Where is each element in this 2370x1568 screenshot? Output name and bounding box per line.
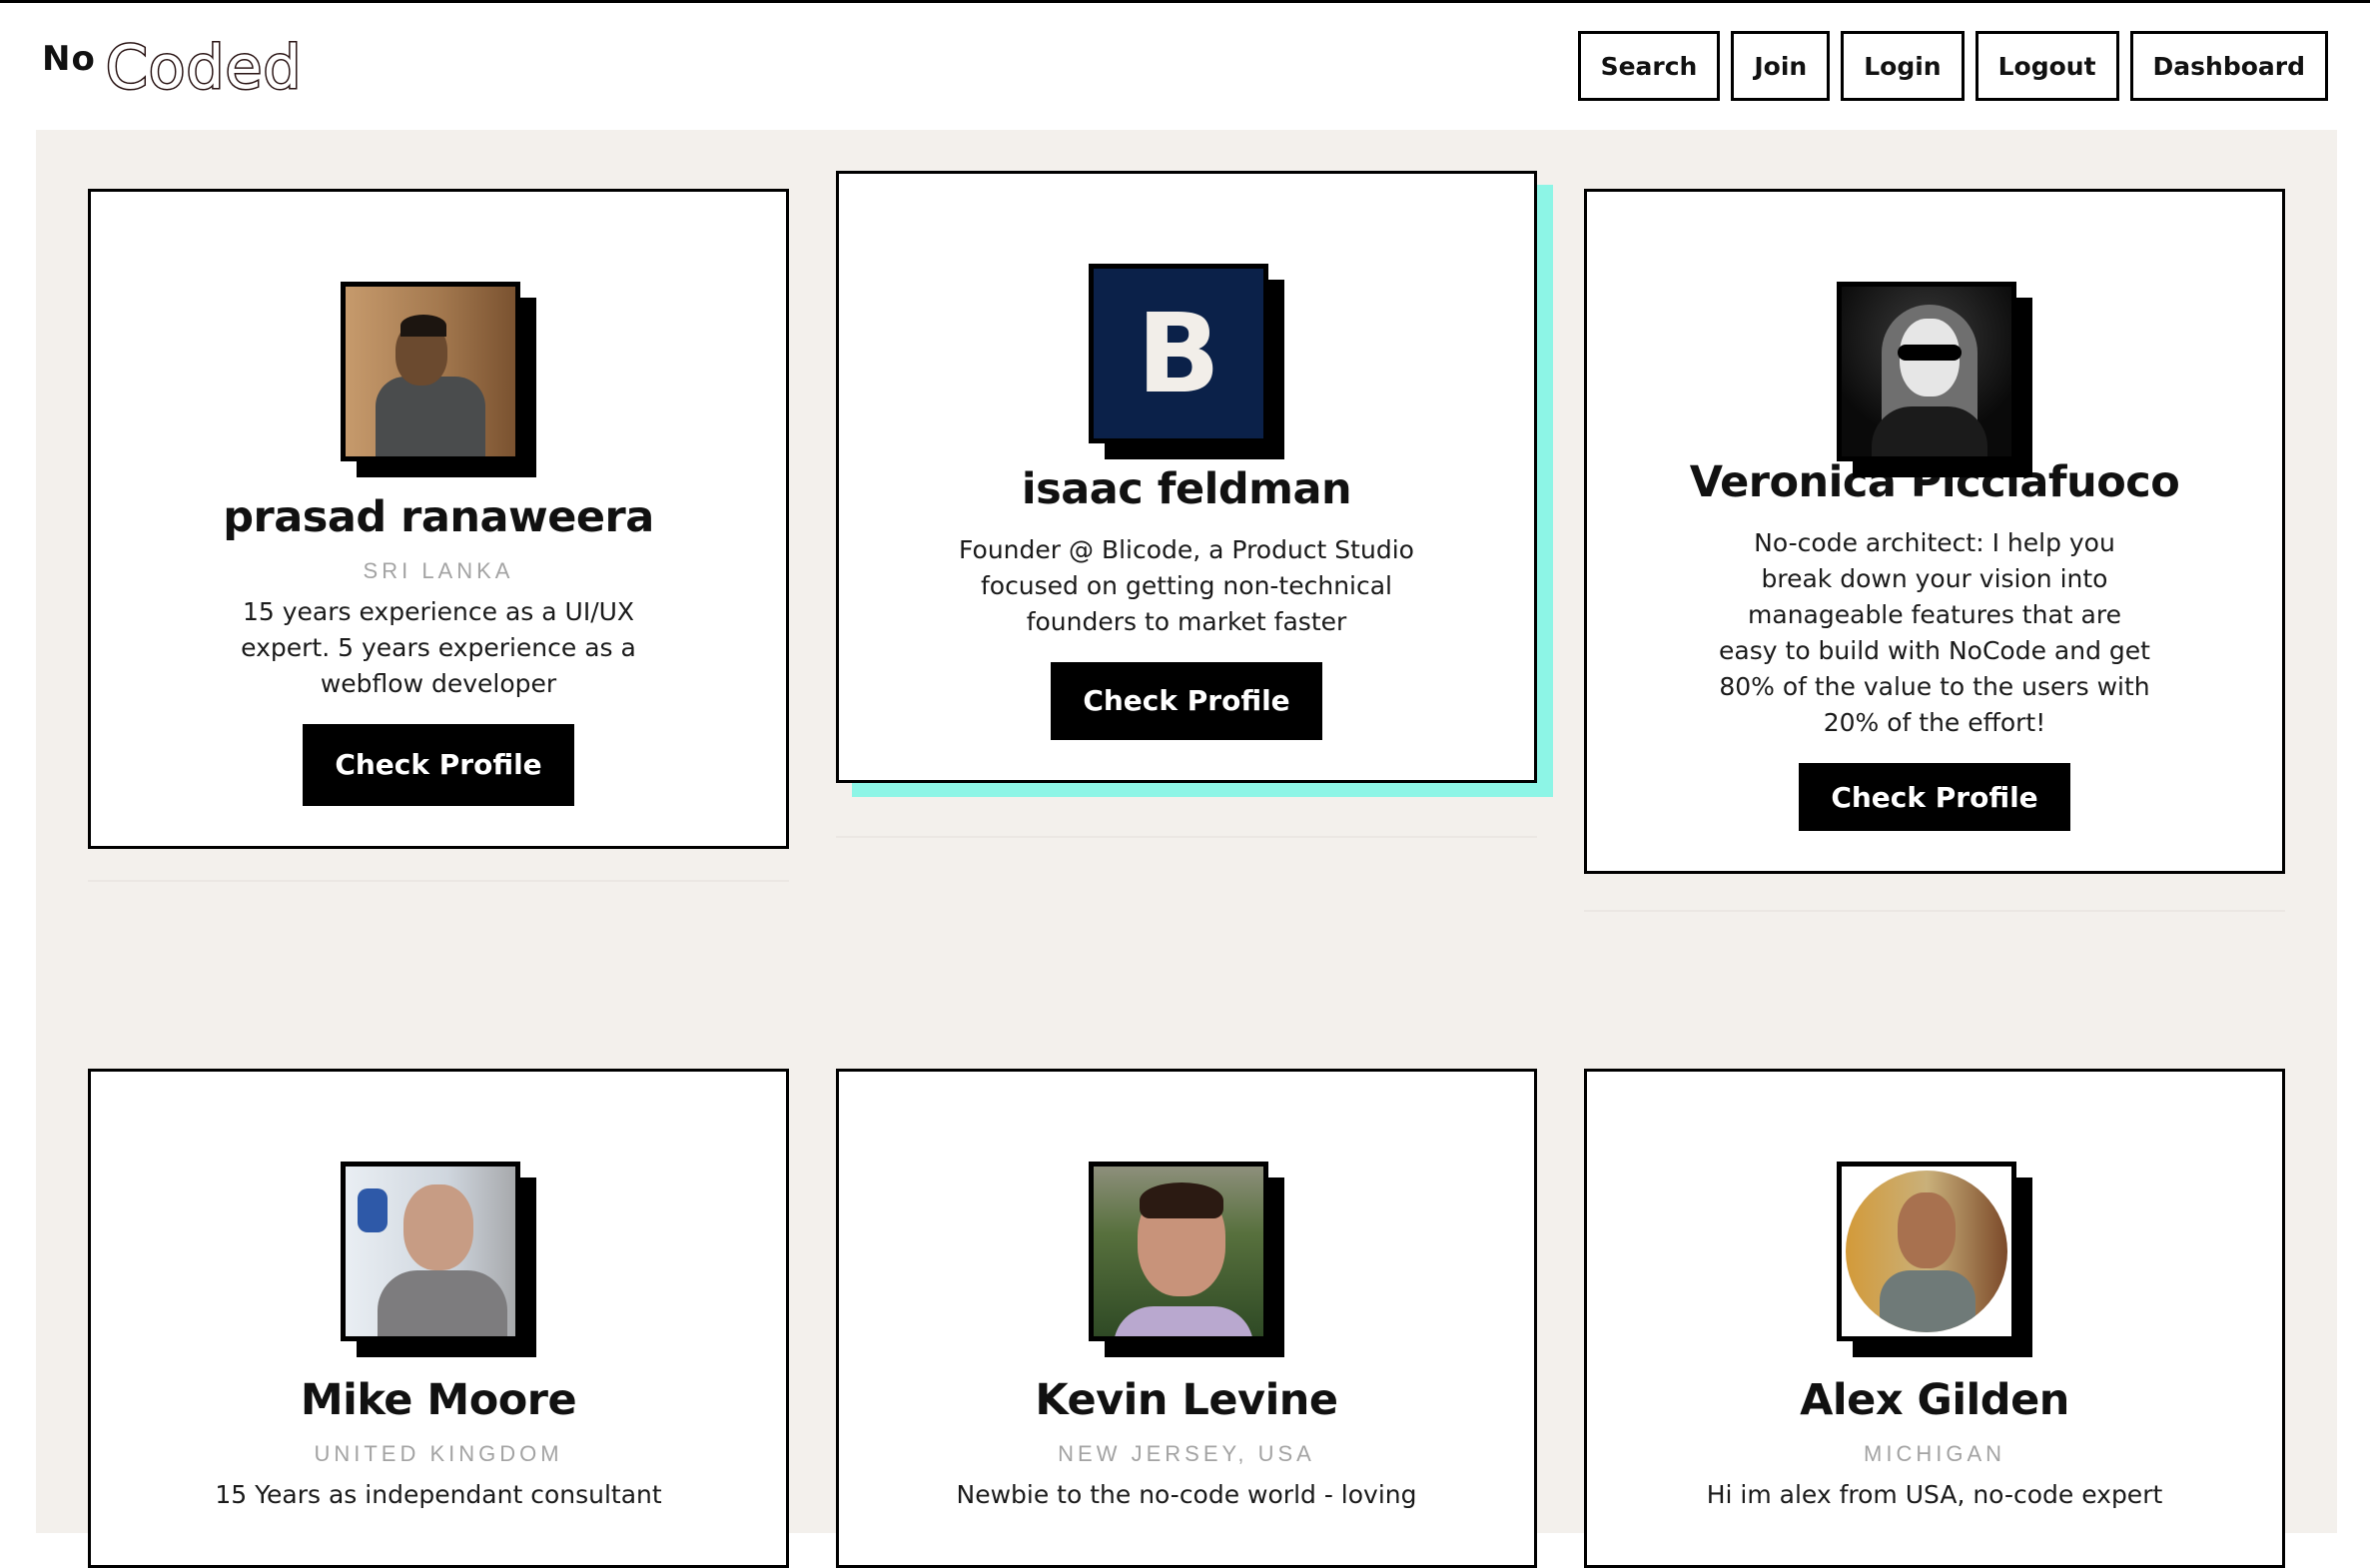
check-profile-button[interactable]: Check Profile: [1051, 661, 1322, 740]
profile-location: SRI LANKA: [363, 557, 514, 583]
logout-button[interactable]: Logout: [1975, 31, 2119, 101]
logo-no-text: No: [42, 39, 96, 79]
profile-bio: 15 Years as independant consultant: [215, 1480, 662, 1509]
divider: [1584, 910, 2285, 912]
profile-card-mike: Mike Moore UNITED KINGDOM 15 Years as in…: [88, 1069, 789, 1568]
join-button[interactable]: Join: [1731, 31, 1831, 101]
profile-bio: Newbie to the no-code world - loving: [956, 1480, 1417, 1509]
profile-name: Mike Moore: [300, 1375, 577, 1425]
profile-location: UNITED KINGDOM: [314, 1441, 563, 1466]
avatar: B: [1089, 264, 1268, 443]
profile-name: isaac feldman: [1021, 463, 1352, 514]
profile-card-kevin: Kevin Levine NEW JERSEY, USA Newbie to t…: [836, 1069, 1537, 1568]
check-profile-button[interactable]: Check Profile: [303, 723, 574, 806]
profile-bio: Founder @ Blicode, a Product Studio focu…: [959, 534, 1414, 636]
avatar-frame: [1837, 1162, 2032, 1357]
profile-bio: 15 years experience as a UI/UX expert. 5…: [241, 596, 636, 698]
check-profile-button[interactable]: Check Profile: [1799, 763, 2070, 831]
profile-bio: No-code architect: I help you break down…: [1719, 528, 2150, 738]
profile-location: NEW JERSEY, USA: [1058, 1441, 1315, 1466]
profile-card-prasad: prasad ranaweera SRI LANKA 15 years expe…: [88, 189, 789, 849]
avatar: [1837, 1162, 2016, 1341]
avatar: [341, 1162, 520, 1341]
avatar-frame: [341, 1162, 536, 1357]
profiles-grid: prasad ranaweera SRI LANKA 15 years expe…: [36, 130, 2337, 1568]
avatar: [1089, 1162, 1268, 1341]
avatar-frame: [1089, 1162, 1284, 1357]
profile-name: prasad ranaweera: [223, 491, 654, 542]
divider: [88, 880, 789, 882]
logo-coded-text: Coded: [104, 32, 303, 105]
avatar: [1837, 282, 2016, 461]
login-button[interactable]: Login: [1841, 31, 1965, 101]
profile-card-isaac: B isaac feldman Founder @ Blicode, a Pro…: [836, 171, 1537, 783]
dashboard-button[interactable]: Dashboard: [2129, 31, 2328, 101]
site-header: No Coded Search Join Login Logout Dashbo…: [0, 3, 2370, 130]
profile-name: Kevin Levine: [1035, 1375, 1338, 1425]
divider: [836, 836, 1537, 838]
profile-card-alex: Alex Gilden MICHIGAN Hi im alex from USA…: [1584, 1069, 2285, 1568]
profile-card-veronica: Veronica Picciafuoco No-code architect: …: [1584, 189, 2285, 874]
profile-location: MICHIGAN: [1864, 1441, 2005, 1466]
avatar-letter: B: [1137, 290, 1220, 417]
search-button[interactable]: Search: [1577, 31, 1721, 101]
avatar-frame: [341, 282, 536, 477]
avatar-frame: B: [1089, 264, 1284, 459]
profile-name: Alex Gilden: [1800, 1375, 2069, 1425]
logo[interactable]: No Coded: [42, 31, 303, 105]
avatar-frame: [1837, 282, 2032, 477]
main-nav: Search Join Login Logout Dashboard: [1577, 31, 2328, 101]
avatar: [341, 282, 520, 461]
profile-bio: Hi im alex from USA, no-code expert: [1706, 1480, 2163, 1509]
